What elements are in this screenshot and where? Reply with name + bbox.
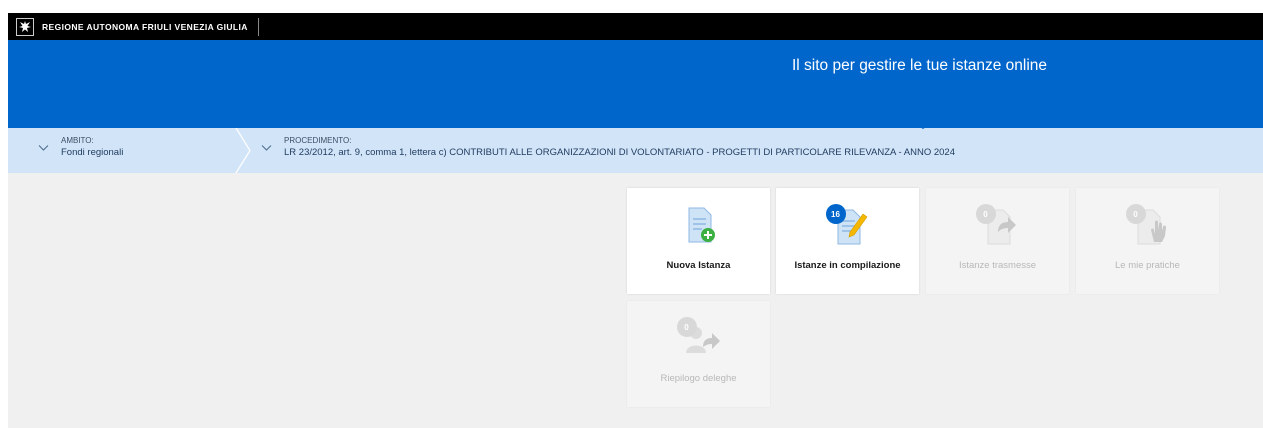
tile-nuova-istanza[interactable]: Nuova Istanza xyxy=(627,188,770,294)
banner-pointer xyxy=(911,121,935,129)
procedimento-label: PROCEDIMENTO: xyxy=(284,136,352,145)
procedimento-value: LR 23/2012, art. 9, comma 1, lettera c) … xyxy=(284,147,955,158)
breadcrumb-ambito[interactable]: AMBITO: Fondi regionali xyxy=(38,136,123,159)
eagle-crest-icon[interactable] xyxy=(16,17,34,36)
ambito-value: Fondi regionali xyxy=(61,147,124,158)
new-document-plus-icon xyxy=(688,207,715,243)
chevron-down-icon xyxy=(38,145,49,151)
tile-riepilogo-deleghe: 0 Riepilogo deleghe xyxy=(627,301,770,407)
ambito-label: AMBITO: xyxy=(61,136,94,145)
count-badge: 0 xyxy=(975,204,996,224)
count-badge: 16 xyxy=(825,204,846,224)
tile-le-mie-pratiche: 0 Le mie pratiche xyxy=(1076,188,1219,294)
breadcrumb-separator-icon xyxy=(235,128,251,173)
tile-label: Riepilogo deleghe xyxy=(660,373,737,384)
content-area: Nuova Istanza 16 Istanze in compilazione… xyxy=(8,173,1263,428)
tile-label: Istanze trasmesse xyxy=(958,260,1037,271)
tile-istanze-in-compilazione[interactable]: 16 Istanze in compilazione xyxy=(776,188,919,294)
tile-label: Nuova Istanza xyxy=(666,260,731,271)
count-badge: 0 xyxy=(1125,204,1146,224)
tile-label: Le mie pratiche xyxy=(1115,260,1180,271)
region-name[interactable]: REGIONE AUTONOMA FRIULI VENEZIA GIULIA xyxy=(42,22,248,32)
tile-label: Istanze in compilazione xyxy=(794,260,901,271)
count-badge: 0 xyxy=(676,317,697,337)
chevron-down-icon xyxy=(261,145,272,151)
site-tagline: Il sito per gestire le tue istanze onlin… xyxy=(792,57,1048,74)
tile-istanze-trasmesse: 0 Istanze trasmesse xyxy=(926,188,1069,294)
header-banner: Il sito per gestire le tue istanze onlin… xyxy=(8,40,1263,129)
breadcrumb: AMBITO: Fondi regionali PROCEDIMENTO: LR… xyxy=(8,128,1263,173)
breadcrumb-procedimento[interactable]: PROCEDIMENTO: LR 23/2012, art. 9, comma … xyxy=(261,136,955,159)
top-bar: REGIONE AUTONOMA FRIULI VENEZIA GIULIA xyxy=(8,13,1263,40)
topbar-divider xyxy=(257,17,259,36)
